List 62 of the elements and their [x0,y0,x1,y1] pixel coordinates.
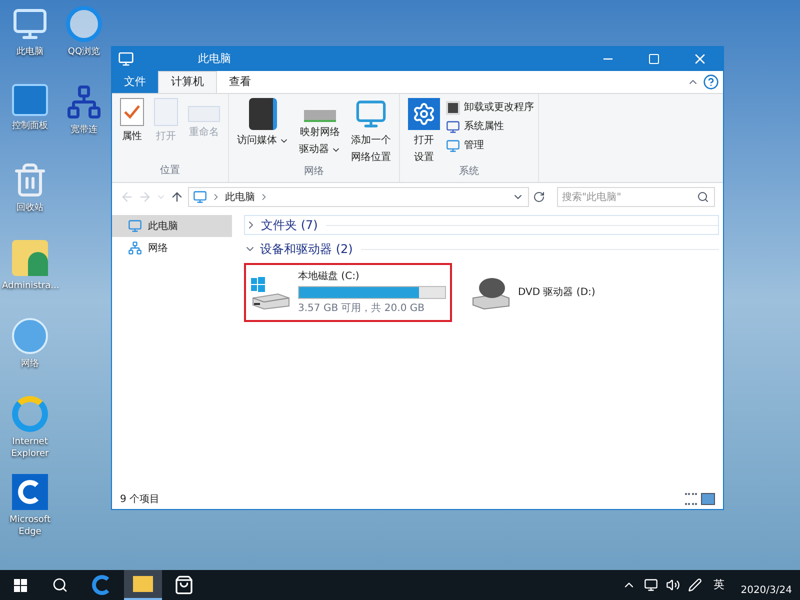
ribbon-small-button[interactable]: 卸载或更改程序 [446,100,534,115]
window-title: 此电脑 [198,50,231,67]
refresh-icon[interactable] [533,191,545,203]
item-count: 9 个项目 [120,492,160,506]
control-panel-icon [12,84,48,116]
search-field[interactable]: 搜索"此电脑" [557,187,715,207]
ribbon-small-button[interactable]: 管理 [446,138,534,153]
drive-tile[interactable]: 本地磁盘 (C:) 3.57 GB 可用，共 20.0 GB [244,263,452,322]
help-icon[interactable] [703,74,719,90]
ribbon-button[interactable]: 属性 [116,98,148,163]
pen-icon[interactable] [688,578,702,592]
details-view-icon[interactable] [685,493,697,505]
ribbon-button[interactable]: 打开 设置 [404,98,444,164]
ribbon-group-label: 位置 [159,164,181,178]
search-icon[interactable] [697,191,709,203]
drive-tile[interactable]: DVD 驱动器 (D:) [464,263,672,322]
computer-icon [128,219,142,233]
rename-field-icon [188,106,220,122]
volume-icon[interactable] [666,578,680,592]
nav-pane-item[interactable]: 此电脑 [112,215,232,237]
ribbon-tab[interactable]: 查看 [217,71,263,93]
manage-computer-icon [446,138,460,152]
program-box-icon [446,100,460,114]
windows-disk-icon [250,276,290,310]
edge-browser-icon [12,474,48,510]
ribbon-group-label: 系统 [458,164,480,179]
ribbon-button[interactable]: 添加一个 网络位置 [347,98,395,164]
ribbon-button[interactable]: 映射网络 驱动器 [295,98,345,164]
large-icons-view-icon[interactable] [701,493,715,505]
ribbon-small-button[interactable]: 系统属性 [446,119,534,134]
file-explorer-taskbar-button[interactable] [124,570,162,600]
computer-icon [12,6,48,42]
monitor-icon [355,98,387,130]
ie-browser-icon [12,396,48,432]
network-drive-icon [304,110,336,122]
maximize-icon [648,53,660,65]
ribbon-tab[interactable]: 计算机 [158,71,217,93]
computer-icon [118,51,134,67]
network-status-icon[interactable] [644,578,658,592]
user-folder-icon [12,240,48,276]
search-icon[interactable] [52,577,68,593]
desktop-icon-label[interactable]: 此电脑 [2,46,58,58]
group-header[interactable]: 文件夹 (7) [244,215,719,235]
dvd-drive-icon [470,276,510,310]
checklist-icon [120,98,144,126]
monitor-check-icon [446,120,460,134]
ribbon-group-label: 网络 [303,165,325,179]
network-computers-icon [66,84,102,120]
input-indicator[interactable]: 英 [714,576,725,594]
nav-pane-item[interactable]: 网络 [112,237,232,259]
network-icon [128,241,142,255]
media-player-icon [249,98,277,130]
group-header[interactable]: 设备和驱动器 (2) [244,239,719,259]
up-icon[interactable] [170,190,184,204]
store-bag-icon[interactable] [174,575,194,595]
address-bar[interactable]: 此电脑 [188,187,529,207]
ribbon-button[interactable]: 访问媒体 [233,98,293,164]
file-tab[interactable]: 文件 [112,71,158,93]
recycle-bin-icon [12,162,48,198]
desktop-icon-label[interactable]: QQ浏览 [56,46,112,58]
clock-date[interactable]: 2020/3/24 [740,583,792,598]
settings-icon [408,98,440,130]
